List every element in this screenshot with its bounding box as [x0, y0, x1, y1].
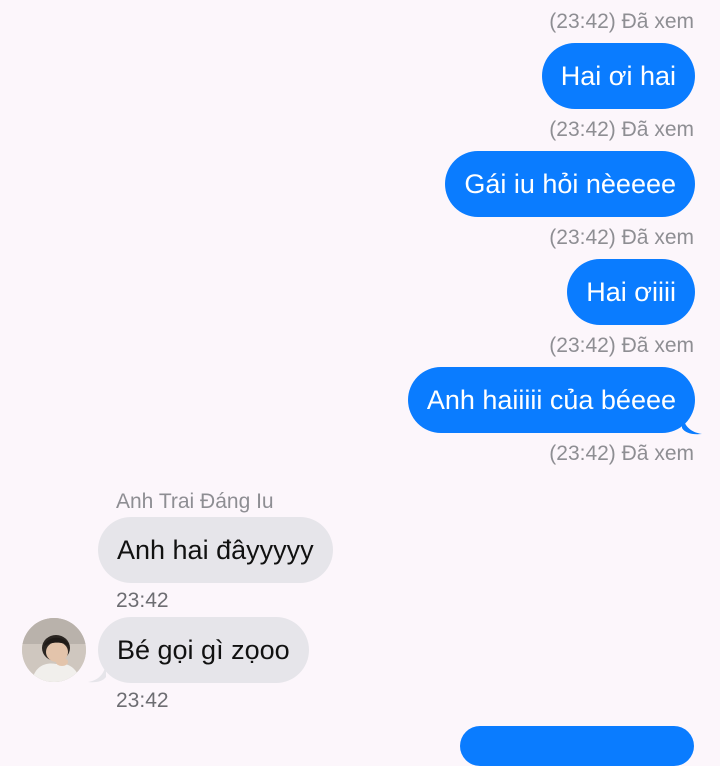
- outgoing-message[interactable]: Hai ơi hai: [541, 43, 695, 109]
- bubble-tail-icon: [88, 664, 106, 683]
- incoming-message[interactable]: Anh hai đâyyyyy: [98, 517, 333, 583]
- outgoing-message-partial[interactable]: [460, 726, 694, 766]
- message-time: 23:42: [116, 589, 169, 612]
- read-status: (23:42) Đã xem: [549, 226, 694, 249]
- outgoing-message[interactable]: Anh haiiiii của béeee: [407, 367, 695, 433]
- outgoing-message[interactable]: Hai ơiiii: [567, 259, 695, 325]
- read-status: (23:42) Đã xem: [549, 118, 694, 141]
- incoming-message[interactable]: Bé gọi gì zọoo: [98, 617, 309, 683]
- read-status: (23:42) Đã xem: [549, 334, 694, 357]
- sender-name: Anh Trai Đáng Iu: [116, 490, 274, 513]
- user-avatar-photo-icon[interactable]: [22, 618, 86, 682]
- avatar-image: [22, 618, 86, 682]
- read-status: (23:42) Đã xem: [549, 10, 694, 33]
- bubble-tail-icon: [682, 414, 702, 435]
- chat-thread: (23:42) Đã xem Hai ơi hai (23:42) Đã xem…: [0, 0, 720, 766]
- outgoing-message[interactable]: Gái iu hỏi nèeeee: [445, 151, 695, 217]
- message-time: 23:42: [116, 689, 169, 712]
- read-status: (23:42) Đã xem: [549, 442, 694, 465]
